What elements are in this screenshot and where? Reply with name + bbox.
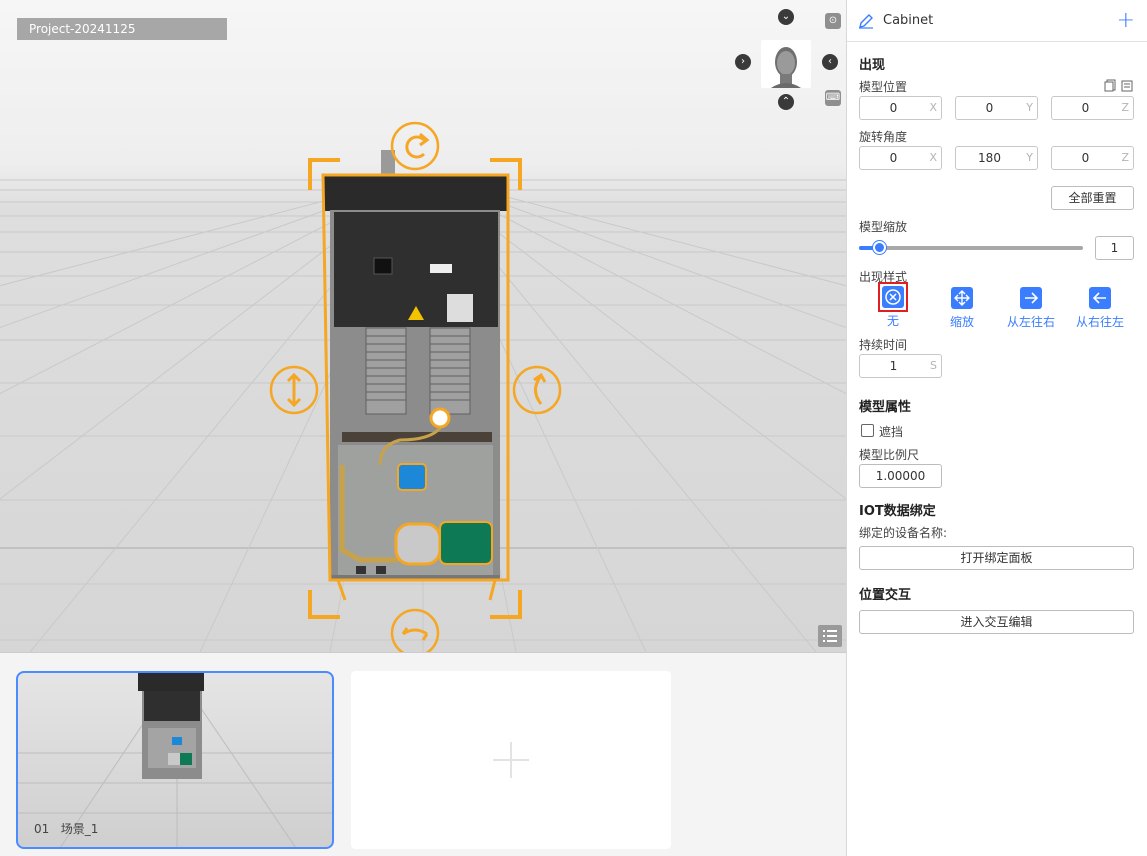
rotation-x-field[interactable]: 0X xyxy=(859,146,942,170)
scene-strip: 01 场景_1 xyxy=(0,652,846,856)
axis-x-label: X xyxy=(929,101,937,114)
arrow-left-icon xyxy=(1089,287,1111,309)
view-down-chevron-icon[interactable]: ⌄ xyxy=(778,9,794,25)
rotation-z-field[interactable]: 0Z xyxy=(1051,146,1134,170)
keyboard-icon[interactable]: ⌨ xyxy=(825,90,841,106)
copy-icon[interactable] xyxy=(1104,79,1116,92)
axis-x-label: X xyxy=(929,151,937,164)
position-label: 模型位置 xyxy=(859,80,908,94)
layer-list-icon[interactable] xyxy=(818,625,842,647)
model-scale-ruler-field[interactable]: 1.00000 xyxy=(859,464,942,488)
vertical-move-handle-icon[interactable] xyxy=(269,365,319,415)
horizontal-rotate-handle-icon[interactable] xyxy=(390,608,440,652)
axis-y-label: Y xyxy=(1026,101,1033,114)
position-y-field[interactable]: 0Y xyxy=(955,96,1038,120)
properties-panel: Cabinet + 出现 模型位置 0X 0Y 0Z 旋转角度 0X 180 Y … xyxy=(846,0,1147,856)
scale-label: 模型缩放 xyxy=(859,220,908,234)
panel-header: Cabinet + xyxy=(847,0,1147,42)
view-up-chevron-icon[interactable]: ⌃ xyxy=(778,94,794,110)
style-option-none[interactable]: 无 xyxy=(863,282,923,329)
head-avatar-icon xyxy=(771,47,801,88)
enter-interact-edit-button[interactable]: 进入交互编辑 xyxy=(859,610,1134,634)
scene-label: 01 场景_1 xyxy=(34,820,98,837)
scene-name: 场景_1 xyxy=(60,822,99,836)
duration-value: 1 xyxy=(889,359,898,373)
cabinet-model[interactable] xyxy=(260,115,590,652)
style-option-right-to-left[interactable]: 从右往左 xyxy=(1070,287,1130,330)
edit-pen-icon[interactable] xyxy=(858,13,874,29)
duration-field[interactable]: 1S xyxy=(859,354,942,378)
rotation-label: 旋转角度 xyxy=(859,130,908,144)
rotation-y-value: 180 xyxy=(978,151,1001,165)
reset-all-button[interactable]: 全部重置 xyxy=(1051,186,1134,210)
position-x-value: 0 xyxy=(889,101,898,115)
section-model-attr-title: 模型属性 xyxy=(859,400,912,415)
add-scene-button[interactable] xyxy=(351,671,671,849)
section-iot-title: IOT数据绑定 xyxy=(859,504,936,519)
view-left-chevron-icon[interactable]: ‹ xyxy=(822,54,838,70)
section-position-interact-title: 位置交互 xyxy=(859,588,912,603)
orientation-head-gizmo[interactable] xyxy=(761,40,811,88)
rotate-handle-icon[interactable] xyxy=(390,121,440,171)
plus-icon xyxy=(493,742,529,778)
scene-index: 01 xyxy=(34,822,50,836)
position-y-value: 0 xyxy=(985,101,994,115)
style-option-left-to-right-label: 从左往右 xyxy=(1006,315,1055,329)
scene-card[interactable]: 01 场景_1 xyxy=(16,671,334,849)
3d-viewport[interactable]: Project-20241125 ⌄ ⊙ › ‹ ⌃ ⌨ xyxy=(0,0,846,652)
paste-icon[interactable] xyxy=(1121,79,1133,92)
arrow-right-icon xyxy=(1020,287,1042,309)
scale-move-icon xyxy=(951,287,973,309)
axis-z-label: Z xyxy=(1121,151,1129,164)
locate-icon[interactable]: ⊙ xyxy=(825,13,841,29)
rotation-y-field[interactable]: 180 Y xyxy=(955,146,1038,170)
none-circle-x-icon xyxy=(882,286,904,308)
section-appear-title: 出现 xyxy=(859,58,886,73)
style-option-left-to-right[interactable]: 从左往右 xyxy=(1001,287,1061,330)
add-icon[interactable]: + xyxy=(1117,10,1135,32)
rotation-z-value: 0 xyxy=(1081,151,1090,165)
style-option-selected-outline xyxy=(878,282,908,312)
model-scale-ruler-label: 模型比例尺 xyxy=(859,448,920,462)
style-option-right-to-left-label: 从右往左 xyxy=(1075,315,1124,329)
style-option-scale-label: 缩放 xyxy=(949,315,974,329)
rotation-x-value: 0 xyxy=(889,151,898,165)
style-option-scale[interactable]: 缩放 xyxy=(932,287,992,330)
scale-slider-knob[interactable] xyxy=(873,241,887,254)
project-name-tag: Project-20241125 xyxy=(17,18,227,40)
position-z-field[interactable]: 0Z xyxy=(1051,96,1134,120)
scale-value-field[interactable]: 1 xyxy=(1095,236,1134,260)
position-x-field[interactable]: 0X xyxy=(859,96,942,120)
occlude-checkbox[interactable] xyxy=(861,424,874,437)
tilt-handle-icon[interactable] xyxy=(512,365,562,415)
object-name: Cabinet xyxy=(883,13,934,28)
occlude-label: 遮挡 xyxy=(879,425,904,439)
duration-unit: S xyxy=(930,359,937,372)
open-bind-panel-button[interactable]: 打开绑定面板 xyxy=(859,546,1134,570)
view-right-chevron-icon[interactable]: › xyxy=(735,54,751,70)
axis-z-label: Z xyxy=(1121,101,1129,114)
duration-label: 持续时间 xyxy=(859,338,908,352)
style-option-none-label: 无 xyxy=(886,314,899,328)
bound-device-label: 绑定的设备名称: xyxy=(859,526,948,540)
scale-slider[interactable] xyxy=(859,241,1083,254)
position-z-value: 0 xyxy=(1081,101,1090,115)
axis-y-label: Y xyxy=(1026,151,1033,164)
